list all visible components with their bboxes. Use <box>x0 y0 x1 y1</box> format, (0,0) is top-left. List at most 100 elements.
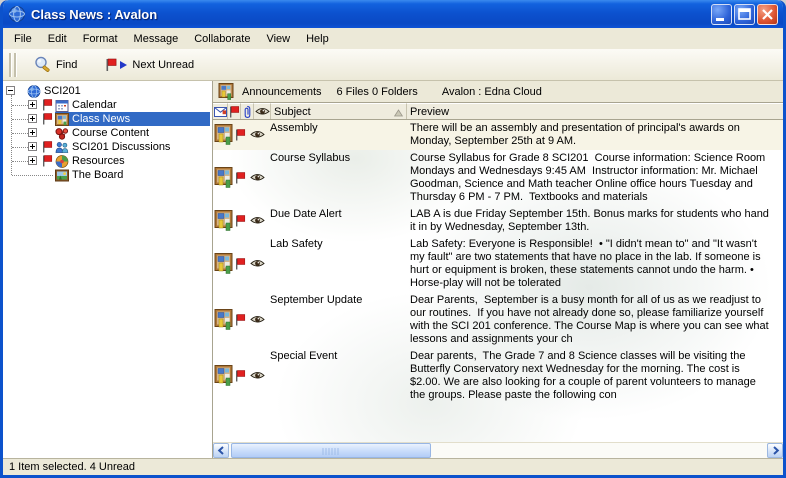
tree-item-the-board[interactable]: The Board <box>3 168 212 182</box>
header-eye-icon[interactable] <box>254 103 271 119</box>
tree-item-body: Resources <box>55 154 210 168</box>
folder-tree: SCI201CalendarClass NewsCourse ContentSC… <box>3 81 213 458</box>
sort-ascending-icon <box>394 109 403 117</box>
tree-item-resources[interactable]: Resources <box>3 154 212 168</box>
tree-item-sci201-discussions[interactable]: SCI201 Discussions <box>3 140 212 154</box>
message-icon-cell <box>213 293 235 346</box>
menu-item-collaborate[interactable]: Collaborate <box>186 30 258 48</box>
tree-item-class-news[interactable]: Class News <box>3 112 212 126</box>
next-unread-button-label: Next Unread <box>132 59 194 71</box>
scroll-right-button[interactable] <box>767 443 783 458</box>
minimize-button[interactable] <box>711 4 732 25</box>
tree-expand-box[interactable] <box>28 156 37 165</box>
message-row-course-syllabus[interactable]: Course SyllabusCourse Syllabus for Grade… <box>213 150 783 206</box>
course-icon <box>55 127 69 140</box>
message-row-special-event[interactable]: Special EventDear parents, The Grade 7 a… <box>213 348 783 404</box>
main-area: SCI201CalendarClass NewsCourse ContentSC… <box>3 81 783 458</box>
tree-collapse-box[interactable] <box>6 86 15 95</box>
tree-item-sci201[interactable]: SCI201 <box>3 84 212 98</box>
tree-expand-box[interactable] <box>28 100 37 109</box>
tree-item-label: The Board <box>71 169 126 181</box>
message-subject: Due Date Alert <box>267 207 407 234</box>
toolbar-gripper[interactable] <box>9 53 17 77</box>
list-header: Subject Preview <box>213 103 783 120</box>
menu-bar: FileEditFormatMessageCollaborateViewHelp <box>3 28 783 49</box>
subject-column-header[interactable]: Subject <box>271 103 407 119</box>
message-icon-cell <box>213 349 235 402</box>
app-window: Class News : Avalon FileEditFormatMessag… <box>0 0 786 478</box>
message-eye-cell <box>247 293 267 346</box>
unread-flag-icon <box>42 155 53 167</box>
title-bar[interactable]: Class News : Avalon <box>3 0 783 28</box>
bulletin-icon <box>214 365 233 386</box>
tree-item-calendar[interactable]: Calendar <box>3 98 212 112</box>
message-eye-cell <box>247 237 267 290</box>
message-row-lab-safety[interactable]: Lab SafetyLab Safety: Everyone is Respon… <box>213 236 783 292</box>
announcements-icon <box>218 83 234 100</box>
find-button[interactable]: Find <box>25 53 86 76</box>
tree-item-body: Class News <box>55 112 210 126</box>
message-flag-cell <box>235 121 247 148</box>
header-paperclip-icon[interactable] <box>241 103 254 119</box>
board-icon <box>55 169 69 182</box>
tree-item-label: SCI201 <box>43 85 84 97</box>
bulletin-icon <box>214 253 233 274</box>
header-envelope-icon[interactable] <box>213 103 228 119</box>
unread-flag-icon <box>235 129 246 141</box>
tree-expand-box[interactable] <box>28 142 37 151</box>
message-preview: Dear parents, The Grade 7 and 8 Science … <box>407 349 783 402</box>
eye-icon <box>250 173 265 182</box>
message-flag-cell <box>235 293 247 346</box>
app-globe-icon <box>8 5 26 23</box>
toolbar: Find Next Unread <box>3 49 783 81</box>
menu-item-file[interactable]: File <box>6 30 40 48</box>
window-title: Class News : Avalon <box>31 7 709 22</box>
scroll-left-button[interactable] <box>213 443 229 458</box>
eye-icon <box>250 371 265 380</box>
tree-expand-box[interactable] <box>28 128 37 137</box>
discussions-icon <box>55 141 69 154</box>
unread-flag-icon <box>235 370 246 382</box>
unread-flag-icon <box>42 99 53 111</box>
horizontal-scrollbar[interactable] <box>213 442 783 458</box>
message-preview: Course Syllabus for Grade 8 SCI201 Cours… <box>407 151 783 204</box>
scrollbar-thumb[interactable] <box>231 443 431 458</box>
message-preview: Dear Parents, September is a busy month … <box>407 293 783 346</box>
conference-icon <box>27 85 41 98</box>
close-button[interactable] <box>757 4 778 25</box>
magnifier-icon <box>34 56 52 73</box>
message-row-assembly[interactable]: AssemblyThere will be an assembly and pr… <box>213 120 783 150</box>
scrollbar-track[interactable] <box>229 443 767 458</box>
tree-item-body: SCI201 <box>27 84 210 98</box>
next-unread-button[interactable]: Next Unread <box>96 55 203 75</box>
tree-item-label: Class News <box>71 113 133 125</box>
maximize-button[interactable] <box>734 4 755 25</box>
message-preview: There will be an assembly and presentati… <box>407 121 783 148</box>
message-list: AssemblyThere will be an assembly and pr… <box>213 120 783 442</box>
message-icon-cell <box>213 151 235 204</box>
message-icon-cell <box>213 121 235 148</box>
message-subject: Assembly <box>267 121 407 148</box>
message-icon-cell <box>213 207 235 234</box>
menu-item-message[interactable]: Message <box>126 30 187 48</box>
menu-item-format[interactable]: Format <box>75 30 126 48</box>
envelope-icon <box>214 107 227 117</box>
tree-item-label: SCI201 Discussions <box>71 141 173 153</box>
message-subject: Special Event <box>267 349 407 402</box>
menu-item-edit[interactable]: Edit <box>40 30 75 48</box>
menu-item-view[interactable]: View <box>258 30 298 48</box>
message-row-september-update[interactable]: September UpdateDear Parents, September … <box>213 292 783 348</box>
header-flag-icon[interactable] <box>228 103 241 119</box>
unread-flag-icon <box>235 258 246 270</box>
play-arrow-icon <box>119 60 128 70</box>
tree-item-course-content[interactable]: Course Content <box>3 126 212 140</box>
eye-icon <box>250 315 265 324</box>
message-row-due-date-alert[interactable]: Due Date AlertLAB A is due Friday Septem… <box>213 206 783 236</box>
menu-item-help[interactable]: Help <box>298 30 337 48</box>
preview-column-header[interactable]: Preview <box>407 103 783 119</box>
message-preview: LAB A is due Friday September 15th. Bonu… <box>407 207 783 234</box>
unread-flag-icon <box>235 314 246 326</box>
message-eye-cell <box>247 121 267 148</box>
subject-column-label: Subject <box>274 106 311 118</box>
tree-expand-box[interactable] <box>28 114 37 123</box>
